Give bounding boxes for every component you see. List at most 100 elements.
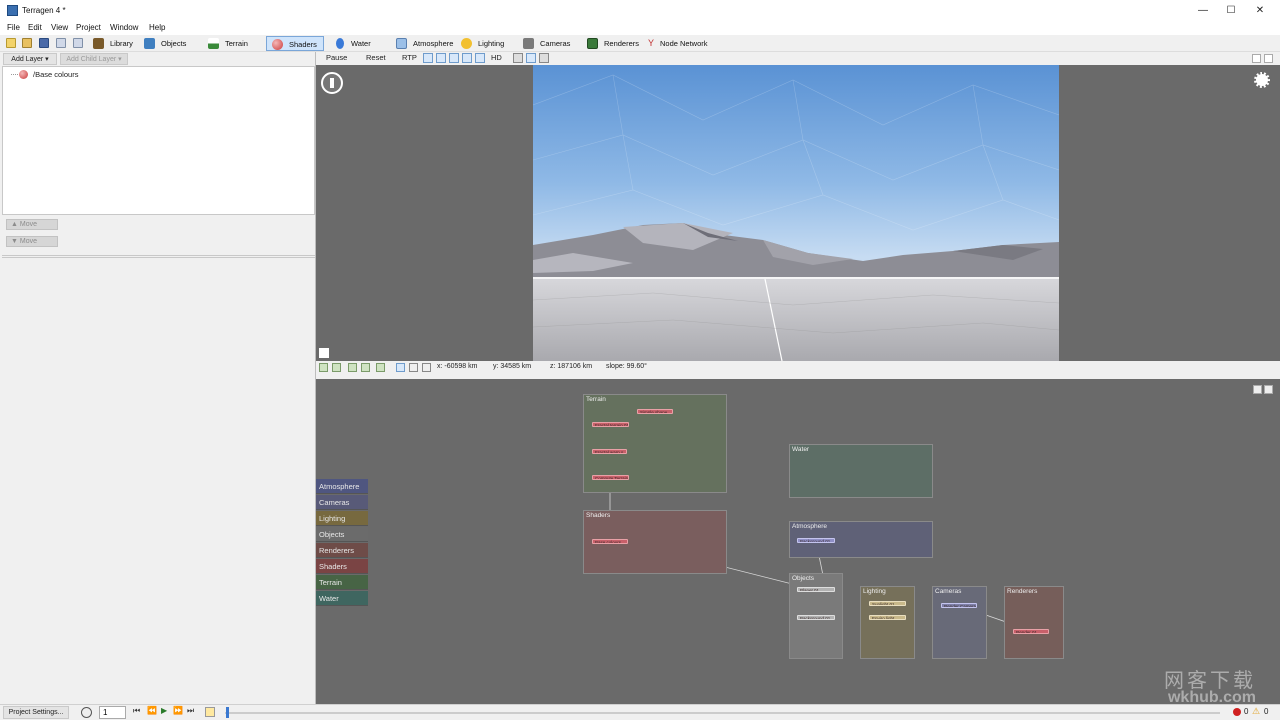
node-render-camera[interactable]: Render Camera [941, 603, 977, 608]
menu-project[interactable]: Project [76, 23, 101, 32]
warning-count: 0 [1264, 707, 1269, 716]
float-panel-icon[interactable] [1252, 54, 1261, 63]
new-project-icon[interactable] [6, 38, 16, 48]
keyframe-icon[interactable] [205, 707, 215, 717]
reset-button[interactable]: Reset [366, 53, 386, 62]
mode-cameras-button[interactable]: Cameras [518, 36, 578, 51]
zoom-icon[interactable] [526, 53, 536, 63]
add-child-layer-label: Add Child Layer [66, 56, 117, 63]
copy-camera-icon[interactable] [348, 363, 357, 372]
mode-lighting-button[interactable]: Lighting [456, 36, 514, 51]
node-enviro-light[interactable]: Enviro light [869, 615, 906, 620]
crosshair-icon[interactable] [422, 363, 431, 372]
navigation-compass-icon[interactable] [321, 72, 343, 94]
camera-to-view-icon[interactable] [319, 363, 328, 372]
timeline-playhead[interactable] [226, 707, 229, 718]
project-settings-button[interactable]: Project Settings... [3, 706, 69, 719]
eye-icon[interactable] [396, 363, 405, 372]
node-background[interactable]: Background 01 [797, 538, 835, 543]
node-simple-shape[interactable]: Simple shape [637, 409, 673, 414]
node-fractal-terrain[interactable]: Fractal terrain 01 [592, 422, 629, 427]
frame-input[interactable] [99, 706, 126, 719]
renderer-icon [587, 38, 598, 49]
sun-position-icon[interactable] [1254, 72, 1270, 88]
node-fractal-warp[interactable]: Fractal warp s [592, 449, 627, 454]
cloud-icon [396, 38, 407, 49]
maximize-panel-icon[interactable] [1264, 54, 1273, 63]
group-label: Shaders [586, 512, 611, 519]
menu-edit[interactable]: Edit [28, 23, 42, 32]
error-count: 0 [1244, 707, 1249, 716]
copy-icon[interactable] [56, 38, 66, 48]
rtp-toggle[interactable]: RTP [402, 53, 417, 62]
group-cameras[interactable]: Cameras [932, 586, 987, 659]
previous-frame-icon[interactable]: ⏪ [147, 706, 157, 715]
mode-library-button[interactable]: Library [88, 36, 135, 51]
render-preview-image [533, 65, 1059, 361]
viewport-options-icon[interactable] [319, 348, 329, 358]
layer-label: /Base colours [33, 70, 79, 79]
close-button[interactable]: ✕ [1253, 4, 1267, 18]
node-compute-terrain[interactable]: Compute Terrain [592, 475, 629, 480]
mode-objects-button[interactable]: Objects [139, 36, 199, 51]
lighting-preview-icon[interactable] [449, 53, 459, 63]
move-up-button[interactable]: ▲ Move [6, 219, 58, 230]
watermark-line2: wkhub.com [1167, 689, 1256, 706]
mode-library-label: Library [110, 39, 133, 48]
mode-atmosphere-button[interactable]: Atmosphere [391, 36, 453, 51]
last-frame-icon[interactable]: ⏭ [187, 706, 194, 716]
shading-mode-icon[interactable] [423, 53, 433, 63]
warning-icon[interactable]: ⚠ [1252, 706, 1260, 717]
mode-water-button[interactable]: Water [329, 36, 387, 51]
first-frame-icon[interactable]: ⏮ [133, 706, 140, 716]
title-bar: Terragen 4 * — ☐ ✕ [0, 0, 1280, 22]
cloud-preview-icon[interactable] [475, 53, 485, 63]
paste-camera-icon[interactable] [361, 363, 370, 372]
node-background-object[interactable]: Background 01 [797, 615, 835, 620]
mode-shaders-button[interactable]: Shaders [266, 36, 324, 51]
add-layer-button[interactable]: Add Layer ▾ [3, 53, 57, 65]
error-icon[interactable] [1233, 708, 1241, 716]
pause-button[interactable]: Pause [326, 53, 347, 62]
open-folder-icon[interactable] [22, 38, 32, 48]
menu-file[interactable]: File [7, 23, 20, 32]
frame-icon[interactable] [409, 363, 418, 372]
coord-z: z: 187106 km [550, 363, 593, 370]
add-child-layer-button[interactable]: Add Child Layer ▾ [60, 53, 128, 65]
maximize-button[interactable]: ☐ [1224, 4, 1238, 18]
save-icon[interactable] [39, 38, 49, 48]
node-render[interactable]: Render 01 [1013, 629, 1049, 634]
mode-terrain-button[interactable]: Terrain [203, 36, 263, 51]
clock-icon[interactable] [81, 707, 92, 718]
group-label: Atmosphere [792, 523, 828, 530]
mode-renderers-button[interactable]: Renderers [582, 36, 642, 51]
atmosphere-preview-icon[interactable] [436, 53, 446, 63]
slope-readout: slope: 99.60° [606, 363, 647, 370]
minimize-button[interactable]: — [1196, 4, 1210, 18]
group-renderers[interactable]: Renderers [1004, 586, 1064, 659]
play-icon[interactable]: ▶ [161, 706, 167, 715]
menu-view[interactable]: View [51, 23, 68, 32]
paste-icon[interactable] [73, 38, 83, 48]
group-water[interactable]: Water [789, 444, 933, 498]
settings-icon[interactable] [539, 53, 549, 63]
node-planet[interactable]: Planet 01 [797, 587, 835, 592]
3d-preview-viewport[interactable] [316, 65, 1280, 361]
hd-toggle[interactable]: HD [491, 53, 502, 62]
water-preview-icon[interactable] [462, 53, 472, 63]
mode-node-network-button[interactable]: Y Node Network [645, 36, 709, 51]
next-frame-icon[interactable]: ⏩ [173, 706, 183, 715]
mountain-icon [208, 38, 219, 49]
brush-icon[interactable] [513, 53, 523, 63]
move-down-button[interactable]: ▼ Move [6, 236, 58, 247]
node-base-colours[interactable]: Base colours [592, 539, 628, 544]
menu-window[interactable]: Window [110, 23, 138, 32]
menu-help[interactable]: Help [149, 23, 165, 32]
timeline-track[interactable] [225, 712, 1220, 714]
node-network-panel[interactable]: Atmosphere Cameras Lighting Objects Rend… [316, 374, 1280, 704]
view-to-camera-icon[interactable] [332, 363, 341, 372]
list-item[interactable]: /Base colours [3, 67, 314, 81]
refresh-icon[interactable] [376, 363, 385, 372]
group-lighting[interactable]: Lighting [860, 586, 915, 659]
node-sunlight[interactable]: Sunlight 01 [869, 601, 906, 606]
